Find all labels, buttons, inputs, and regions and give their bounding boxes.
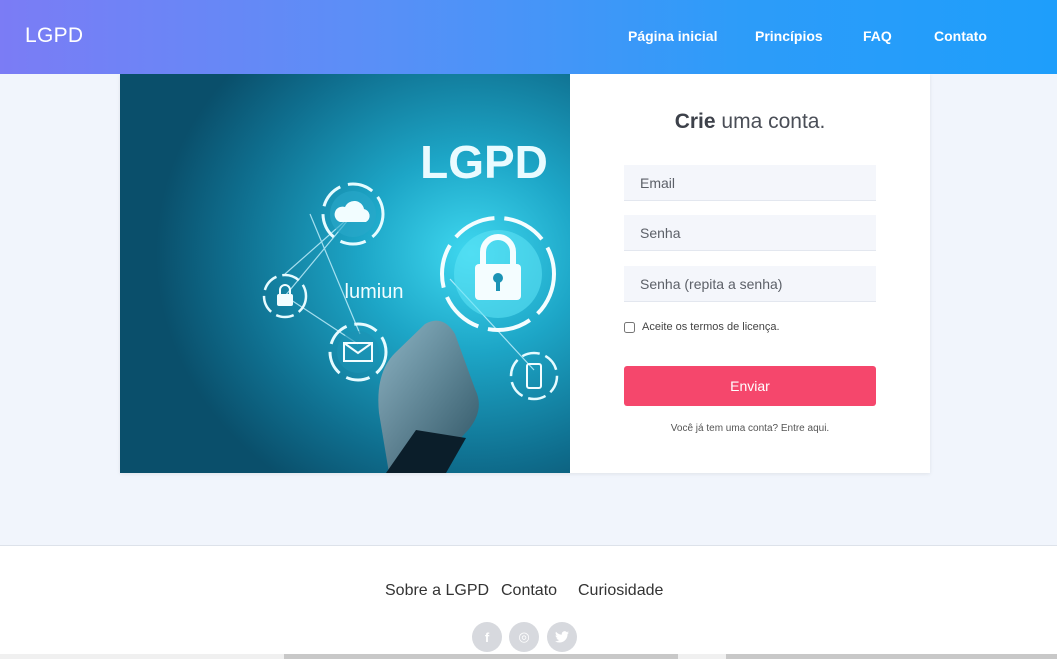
signup-card: LGPD lumiun Crie uma conta. Email Aceite… xyxy=(120,74,930,473)
form-title: Crie uma conta. xyxy=(570,110,930,134)
hero-image: LGPD lumiun xyxy=(120,74,570,473)
nav-link-contact[interactable]: Contato xyxy=(934,28,987,44)
signup-form: Crie uma conta. Aceite os termos de lice… xyxy=(570,74,930,473)
hero-illustration: LGPD lumiun xyxy=(120,74,570,473)
scrollbar-thumb-secondary[interactable] xyxy=(726,654,1057,659)
terms-checkbox[interactable] xyxy=(624,321,635,333)
login-link[interactable]: Você já tem uma conta? Entre aqui. xyxy=(570,423,930,434)
footer-link-curiosity[interactable]: Curiosidade xyxy=(578,582,663,600)
instagram-icon[interactable]: ◎ xyxy=(509,622,539,652)
terms-label: Aceite os termos de licença. xyxy=(642,321,780,333)
submit-button[interactable]: Enviar xyxy=(624,366,876,406)
form-title-rest: uma conta. xyxy=(715,110,826,133)
email-field[interactable] xyxy=(624,165,876,201)
footer-link-contact[interactable]: Contato xyxy=(501,582,557,600)
twitter-bird-icon xyxy=(555,631,569,643)
password-repeat-field[interactable] xyxy=(624,266,876,302)
lock-icon xyxy=(440,216,556,332)
horizontal-scrollbar[interactable] xyxy=(0,654,1057,659)
scrollbar-thumb[interactable] xyxy=(284,654,678,659)
footer: Sobre a LGPD Contato Curiosidade f ◎ xyxy=(0,545,1057,659)
facebook-icon[interactable]: f xyxy=(472,622,502,652)
password-field[interactable] xyxy=(624,215,876,251)
nav-links: Página inicial Princípios FAQ Contato xyxy=(0,28,1057,48)
nav-link-principles[interactable]: Princípios xyxy=(755,28,823,44)
footer-links: Sobre a LGPD Contato Curiosidade xyxy=(0,582,1057,602)
terms-checkbox-row[interactable]: Aceite os termos de licença. xyxy=(624,320,780,334)
footer-link-about[interactable]: Sobre a LGPD xyxy=(385,582,489,600)
hero-title: LGPD xyxy=(420,136,548,188)
form-title-bold: Crie xyxy=(674,110,716,133)
twitter-icon[interactable] xyxy=(547,622,577,652)
navbar: LGPD Página inicial Princípios FAQ Conta… xyxy=(0,0,1057,74)
nav-link-home[interactable]: Página inicial xyxy=(628,28,717,44)
lumiun-logo: lumiun xyxy=(345,281,404,303)
nav-link-faq[interactable]: FAQ xyxy=(863,28,892,44)
